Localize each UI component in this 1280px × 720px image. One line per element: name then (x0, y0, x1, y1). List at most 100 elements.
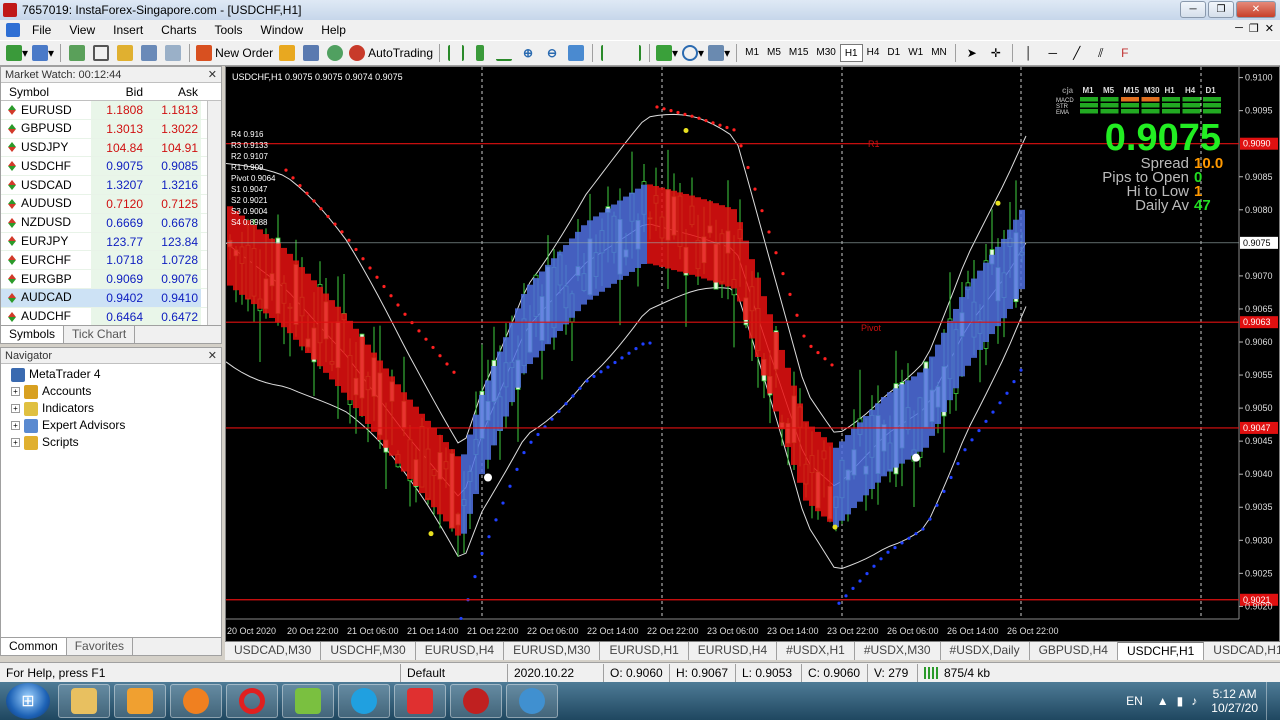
chart-tab[interactable]: EURUSD,H4 (416, 642, 505, 660)
fibonacci-button[interactable]: F (1115, 43, 1135, 63)
bar-chart-button[interactable] (446, 43, 466, 63)
nav-accounts[interactable]: + Accounts (11, 383, 221, 400)
tf-w1[interactable]: W1 (904, 44, 927, 62)
market-watch-row[interactable]: GBPUSD 1.3013 1.3022 (1, 119, 221, 139)
tray-arrow-icon[interactable]: ▲ (1157, 694, 1169, 708)
metaeditor-button[interactable] (277, 43, 297, 63)
chart-tab[interactable]: #USDX,Daily (941, 642, 1030, 660)
market-watch-close-icon[interactable]: ✕ (208, 67, 217, 83)
market-watch-row[interactable]: AUDCHF 0.6464 0.6472 (1, 307, 221, 327)
expand-icon[interactable]: + (11, 387, 20, 396)
vertical-line-button[interactable]: │ (1019, 43, 1039, 63)
navigator-button[interactable] (115, 43, 135, 63)
market-watch-row[interactable]: AUDUSD 0.7120 0.7125 (1, 194, 221, 214)
status-profile[interactable]: Default (400, 663, 507, 682)
taskbar-uc-browser[interactable] (170, 684, 222, 718)
channel-button[interactable]: ⫽ (1091, 43, 1111, 63)
market-watch-row[interactable]: USDCHF 0.9075 0.9085 (1, 157, 221, 177)
tf-h4[interactable]: H4 (863, 44, 884, 62)
menu-file[interactable]: File (23, 23, 60, 37)
expand-icon[interactable]: + (11, 404, 20, 413)
chart-tab[interactable]: USDCHF,H1 (1117, 642, 1205, 660)
tab-symbols[interactable]: Symbols (1, 326, 65, 343)
tab-favorites[interactable]: Favorites (67, 638, 134, 655)
chart-window[interactable]: 0.9090 0.9075 0.9063 0.9047 0.9021 0.9100 0.9… (225, 66, 1280, 642)
taskbar-metatrader[interactable] (450, 684, 502, 718)
data-window-button[interactable] (91, 43, 111, 63)
language-indicator[interactable]: EN (1126, 694, 1143, 708)
zoom-in-button[interactable]: ⊕ (518, 43, 538, 63)
nav-indicators[interactable]: + Indicators (11, 400, 221, 417)
market-watch-row[interactable]: USDJPY 104.84 104.91 (1, 138, 221, 158)
cursor-button[interactable]: ➤ (962, 43, 982, 63)
profiles-button[interactable]: ▾ (32, 43, 54, 63)
volume-icon[interactable]: ♪ (1191, 694, 1197, 708)
show-desktop-button[interactable] (1266, 682, 1280, 720)
start-button[interactable]: ⊞ (6, 683, 50, 719)
tile-windows-button[interactable] (566, 43, 586, 63)
expand-icon[interactable]: + (11, 438, 20, 447)
taskbar-network-app[interactable] (506, 684, 558, 718)
market-watch-row[interactable]: EURGBP 0.9069 0.9076 (1, 270, 221, 289)
market-watch-button[interactable] (67, 43, 87, 63)
market-watch-row[interactable]: AUDCAD 0.9402 0.9410 (1, 288, 221, 308)
chart-tab[interactable]: USDCHF,M30 (321, 642, 416, 660)
menu-insert[interactable]: Insert (104, 23, 152, 37)
tab-tick-chart[interactable]: Tick Chart (64, 326, 136, 343)
menu-view[interactable]: View (60, 23, 104, 37)
market-watch-row[interactable]: NZDUSD 0.6669 0.6678 (1, 213, 221, 233)
taskbar-media[interactable] (114, 684, 166, 718)
mdi-minimize-button[interactable]: ─ (1235, 22, 1243, 35)
taskbar-skype[interactable] (338, 684, 390, 718)
taskbar-explorer[interactable] (58, 684, 110, 718)
autotrading-button[interactable]: AutoTrading (349, 43, 433, 63)
line-chart-button[interactable] (494, 43, 514, 63)
tf-h1[interactable]: H1 (839, 44, 863, 62)
nav-root[interactable]: MetaTrader 4 (11, 366, 221, 383)
menu-charts[interactable]: Charts (152, 23, 205, 37)
header-ask[interactable]: Ask (146, 83, 201, 100)
tab-common[interactable]: Common (1, 638, 67, 655)
new-chart-button[interactable]: ▾ (6, 43, 28, 63)
tf-m30[interactable]: M30 (812, 44, 839, 62)
clock[interactable]: 5:12 AM 10/27/20 (1211, 687, 1258, 715)
market-watch-row[interactable]: EURJPY 123.77 123.84 (1, 232, 221, 252)
close-button[interactable]: ✕ (1236, 1, 1276, 18)
expand-icon[interactable]: + (11, 421, 20, 430)
candlestick-button[interactable] (470, 43, 490, 63)
periods-button[interactable]: ▾ (682, 43, 704, 63)
templates-button[interactable]: ▾ (708, 43, 730, 63)
chart-tab[interactable]: EURUSD,H4 (689, 642, 778, 660)
tester-button[interactable] (163, 43, 183, 63)
status-traffic[interactable]: 875/4 kb (917, 663, 996, 682)
network-icon[interactable]: ▮ (1177, 694, 1184, 708)
taskbar-app-red[interactable] (394, 684, 446, 718)
menu-tools[interactable]: Tools (206, 23, 252, 37)
mdi-close-button[interactable]: ✕ (1265, 22, 1274, 35)
chart-tab[interactable]: #USDX,M30 (855, 642, 941, 660)
horizontal-line-button[interactable]: ─ (1043, 43, 1063, 63)
tf-m1[interactable]: M1 (741, 44, 763, 62)
signals-button[interactable] (301, 43, 321, 63)
zoom-out-button[interactable]: ⊖ (542, 43, 562, 63)
market-watch-scrollbar[interactable] (207, 101, 221, 327)
market-watch-row[interactable]: EURCHF 1.0718 1.0728 (1, 251, 221, 271)
maximize-button[interactable]: ❐ (1208, 1, 1234, 18)
chart-tab[interactable]: EURUSD,M30 (504, 642, 601, 660)
nav-scripts[interactable]: + Scripts (11, 434, 221, 451)
menu-window[interactable]: Window (252, 23, 313, 37)
menu-help[interactable]: Help (312, 23, 355, 37)
minimize-button[interactable]: ─ (1180, 1, 1206, 18)
tf-mn[interactable]: MN (927, 44, 951, 62)
chart-tab[interactable]: GBPUSD,H4 (1030, 642, 1118, 660)
market-button[interactable] (325, 43, 345, 63)
tf-m5[interactable]: M5 (763, 44, 785, 62)
navigator-close-icon[interactable]: ✕ (208, 348, 217, 364)
taskbar-opera[interactable] (226, 684, 278, 718)
terminal-button[interactable] (139, 43, 159, 63)
tf-d1[interactable]: D1 (883, 44, 904, 62)
autoscroll-button[interactable] (623, 43, 643, 63)
new-order-button[interactable]: New Order (196, 43, 273, 63)
chart-tab[interactable]: USDCAD,M30 (225, 642, 322, 660)
mdi-restore-button[interactable]: ❐ (1249, 22, 1259, 35)
